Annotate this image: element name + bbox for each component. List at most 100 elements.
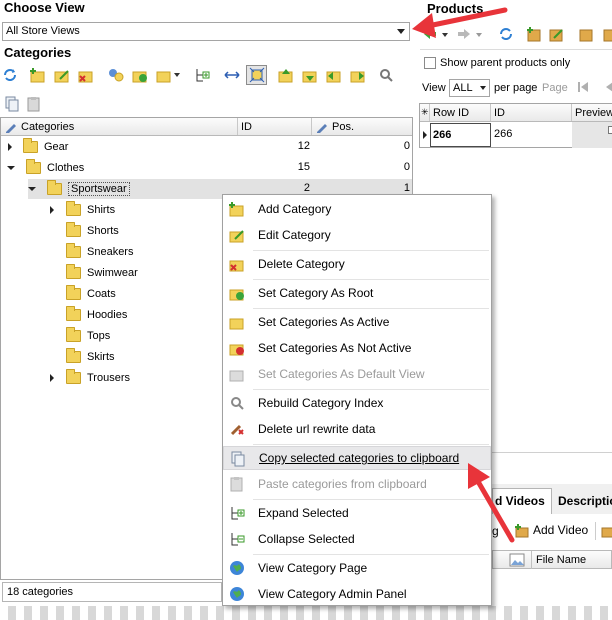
collapse-arrow-icon[interactable] <box>7 166 15 170</box>
column-header-row-id[interactable]: Row ID <box>430 104 491 121</box>
menu-separator <box>253 499 489 500</box>
back-arrow-icon[interactable] <box>422 26 438 42</box>
tree-row[interactable]: Sneakers <box>66 242 133 262</box>
tree-row[interactable]: Swimwear <box>66 263 138 283</box>
column-header-preview[interactable]: Preview <box>572 104 612 121</box>
divider <box>420 49 612 50</box>
delete-category-icon[interactable] <box>78 67 94 83</box>
context-menu: Add Category Edit Category Delete Catego… <box>222 194 492 606</box>
menu-item-set-not-active[interactable]: Set Categories As Not Active <box>223 336 491 360</box>
preview-cell[interactable] <box>572 122 612 148</box>
edit-video-icon[interactable] <box>600 523 612 539</box>
menu-item-expand-selected[interactable]: Expand Selected <box>223 501 491 525</box>
expand-arrow-icon[interactable] <box>50 374 54 382</box>
chevron-down-icon[interactable] <box>480 86 486 90</box>
folder-icon <box>66 348 81 363</box>
move-right-icon[interactable] <box>350 67 366 83</box>
tree-row[interactable]: Shorts <box>66 221 119 241</box>
move-icon[interactable] <box>108 67 124 83</box>
product-icon[interactable] <box>602 26 612 42</box>
category-name: Shorts <box>87 225 119 237</box>
chevron-down-icon[interactable] <box>476 33 482 37</box>
category-name: Sportswear <box>68 182 130 196</box>
column-header-id[interactable]: ID <box>491 104 572 121</box>
chevron-down-icon[interactable] <box>174 73 180 77</box>
move-left-icon[interactable] <box>326 67 342 83</box>
refresh-icon[interactable] <box>498 26 514 42</box>
tab-description[interactable]: Descriptio <box>554 490 612 514</box>
column-header-pos[interactable]: Pos. <box>312 118 412 135</box>
fit-width-icon[interactable] <box>224 67 240 83</box>
current-row-icon <box>423 131 427 139</box>
edit-product-icon[interactable] <box>548 26 564 42</box>
column-header-categories[interactable]: Categories <box>1 118 238 135</box>
menu-item-copy-categories[interactable]: Copy selected categories to clipboard <box>223 446 491 470</box>
tree-row[interactable]: Skirts <box>66 347 115 367</box>
pencil-icon <box>317 123 327 133</box>
table-row[interactable]: 266 266 <box>420 122 612 148</box>
show-parent-checkbox[interactable] <box>424 57 436 69</box>
set-active-icon[interactable] <box>132 67 148 83</box>
menu-item-set-root[interactable]: Set Category As Root <box>223 281 491 305</box>
tree-row[interactable]: Trousers <box>50 368 130 388</box>
row-selector-header[interactable]: ✳ <box>420 104 430 121</box>
move-up-icon[interactable] <box>278 67 294 83</box>
menu-item-rebuild-index[interactable]: Rebuild Category Index <box>223 391 491 415</box>
menu-item-view-category-page[interactable]: View Category Page <box>223 556 491 580</box>
add-video-icon[interactable] <box>514 523 530 539</box>
add-category-icon <box>229 202 244 217</box>
folder-icon <box>66 285 81 300</box>
product-icon[interactable] <box>578 26 594 42</box>
tree-row[interactable]: Shirts <box>50 200 115 220</box>
menu-separator <box>253 308 489 309</box>
chevron-down-icon[interactable] <box>442 33 448 37</box>
folder-icon <box>66 264 81 279</box>
expand-arrow-icon[interactable] <box>50 206 54 214</box>
view-select[interactable]: ALL <box>449 79 490 97</box>
menu-item-view-admin-panel[interactable]: View Category Admin Panel <box>223 582 491 606</box>
tree-row[interactable]: Coats <box>66 284 116 304</box>
edit-category-icon[interactable] <box>54 67 70 83</box>
column-header-id[interactable]: ID <box>238 118 312 135</box>
collapse-arrow-icon[interactable] <box>28 187 36 191</box>
fit-screen-icon <box>249 67 265 83</box>
move-down-icon[interactable] <box>302 67 318 83</box>
forward-arrow-icon[interactable] <box>456 26 472 42</box>
menu-item-edit-category[interactable]: Edit Category <box>223 223 491 247</box>
categories-grid-header: Categories ID Pos. <box>1 118 412 136</box>
store-view-select[interactable]: All Store Views <box>2 22 410 41</box>
search-settings-icon[interactable] <box>378 67 394 83</box>
menu-item-delete-url-rewrite[interactable]: Delete url rewrite data <box>223 417 491 441</box>
tree-row[interactable]: Hoodies <box>66 305 127 325</box>
tree-expand-icon[interactable] <box>194 67 210 83</box>
add-category-icon[interactable] <box>30 67 46 83</box>
folder-options-icon[interactable] <box>156 67 172 83</box>
menu-item-paste-categories[interactable]: Paste categories from clipboard <box>223 472 491 496</box>
id-cell[interactable]: 266 <box>494 128 512 140</box>
tree-row[interactable]: Tops <box>66 326 110 346</box>
menu-item-set-default-view[interactable]: Set Categories As Default View <box>223 362 491 386</box>
tab-videos[interactable]: d Videos <box>492 488 552 514</box>
paste-icon[interactable] <box>26 96 42 112</box>
menu-item-add-category[interactable]: Add Category <box>223 197 491 221</box>
menu-item-delete-category[interactable]: Delete Category <box>223 252 491 276</box>
add-video-button[interactable]: Add Video <box>533 523 588 537</box>
column-header-file-name[interactable]: File Name <box>536 554 586 566</box>
row-id-cell[interactable]: 266 <box>430 123 491 147</box>
fit-toggle-button[interactable] <box>246 65 267 85</box>
first-page-icon[interactable] <box>576 80 590 94</box>
expand-icon <box>231 507 245 520</box>
chevron-down-icon[interactable] <box>397 29 405 34</box>
tree-row[interactable]: Gear 12 0 <box>8 137 412 157</box>
category-name: Swimwear <box>87 267 138 279</box>
copy-icon[interactable] <box>4 96 20 112</box>
prev-page-icon[interactable] <box>603 80 612 94</box>
menu-item-collapse-selected[interactable]: Collapse Selected <box>223 527 491 551</box>
refresh-icon[interactable] <box>2 67 18 83</box>
resize-grip[interactable] <box>0 606 612 620</box>
expand-arrow-icon[interactable] <box>8 143 12 151</box>
tree-row[interactable]: Clothes 15 0 <box>7 158 412 178</box>
globe-icon <box>230 561 244 575</box>
menu-item-set-active[interactable]: Set Categories As Active <box>223 310 491 334</box>
add-product-icon[interactable] <box>526 26 542 42</box>
